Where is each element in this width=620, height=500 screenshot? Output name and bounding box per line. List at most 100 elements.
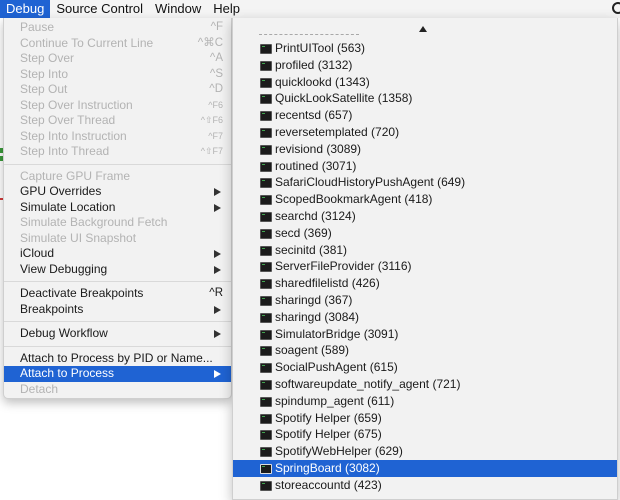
process-label: SocialPushAgent (615) — [275, 360, 398, 375]
process-item[interactable]: spindump_agent (611) — [233, 393, 617, 410]
keyboard-shortcut: ^R — [209, 287, 223, 299]
process-item[interactable]: Spotify Helper (659) — [233, 410, 617, 427]
submenu-arrow-icon — [214, 330, 221, 338]
terminal-icon — [260, 295, 272, 306]
menu-separator — [4, 321, 231, 322]
process-item[interactable]: SpotifyWebHelper (629) — [233, 443, 617, 460]
process-item[interactable]: QuickLookSatellite (1358) — [233, 90, 617, 107]
terminal-icon — [260, 60, 272, 71]
spotlight-search-icon[interactable] — [612, 2, 620, 14]
process-label: sharingd (3084) — [275, 309, 360, 324]
menu-item-label: Detach — [20, 381, 59, 396]
menu-separator — [4, 163, 231, 165]
menu-item-deactivate-breakpoints[interactable]: Deactivate Breakpoints ^R — [4, 286, 231, 302]
partially-hidden-item — [259, 34, 359, 37]
process-item[interactable]: revisiond (3089) — [233, 141, 617, 158]
keyboard-shortcut: ^⇧F7 — [200, 146, 223, 156]
process-label: quicklookd (1343) — [275, 74, 370, 89]
menu-item-label: Continue To Current Line — [20, 35, 154, 50]
menu-item-simulate-background-fetch: Simulate Background Fetch — [4, 215, 231, 231]
submenu-arrow-icon — [214, 370, 221, 378]
process-label: profiled (3132) — [275, 57, 353, 72]
menu-item-simulate-location[interactable]: Simulate Location — [4, 200, 231, 216]
terminal-icon — [260, 346, 272, 357]
submenu-arrow-icon — [214, 188, 221, 196]
process-item[interactable]: Spotify Helper (675) — [233, 426, 617, 443]
process-item[interactable]: SimulatorBridge (3091) — [233, 326, 617, 343]
process-item[interactable]: reversetemplated (720) — [233, 124, 617, 141]
process-item[interactable]: storeaccountd (423) — [233, 477, 617, 494]
process-label: SafariCloudHistoryPushAgent (649) — [275, 175, 466, 190]
menu-item-label: Step Into — [20, 66, 69, 81]
terminal-icon — [260, 144, 272, 155]
process-label: Spotify Helper (675) — [275, 427, 382, 442]
process-item[interactable]: SafariCloudHistoryPushAgent (649) — [233, 174, 617, 191]
process-label: ScopedBookmarkAgent (418) — [275, 192, 433, 207]
process-label: ServerFileProvider (3116) — [275, 259, 412, 274]
menu-item-attach-to-process-by-pid-or-name[interactable]: Attach to Process by PID or Name... — [4, 351, 231, 367]
menu-item-capture-gpu-frame: Capture GPU Frame — [4, 169, 231, 185]
menu-item-debug-workflow[interactable]: Debug Workflow — [4, 326, 231, 342]
terminal-icon — [260, 44, 272, 54]
menu-item-label: Step Over Instruction — [20, 97, 133, 112]
process-label: secd (369) — [275, 225, 332, 240]
terminal-icon — [260, 312, 272, 323]
process-item[interactable]: sharingd (3084) — [233, 309, 617, 326]
menu-item-pause: Pause ^F — [4, 20, 231, 36]
process-item[interactable]: secd (369) — [233, 225, 617, 242]
terminal-icon — [260, 127, 272, 138]
terminal-icon — [260, 379, 272, 390]
process-item[interactable]: softwareupdate_notify_agent (721) — [233, 376, 617, 393]
menu-window[interactable]: Window — [149, 0, 207, 18]
process-item[interactable]: routined (3071) — [233, 158, 617, 175]
terminal-icon — [260, 480, 272, 491]
process-label: reversetemplated (720) — [275, 124, 400, 139]
process-item[interactable]: quicklookd (1343) — [233, 74, 617, 91]
process-item[interactable]: SpringBoard (3082) — [233, 459, 617, 477]
menu-item-breakpoints[interactable]: Breakpoints — [4, 302, 231, 318]
menu-source-control[interactable]: Source Control — [50, 0, 149, 18]
process-label: soagent (589) — [275, 343, 350, 358]
process-item[interactable]: ScopedBookmarkAgent (418) — [233, 191, 617, 208]
menu-help[interactable]: Help — [207, 0, 246, 18]
menu-item-step-out: Step Out ^D — [4, 82, 231, 98]
terminal-icon — [260, 396, 272, 407]
terminal-icon — [260, 430, 272, 441]
terminal-icon — [260, 279, 272, 290]
process-item[interactable]: PrintUITool (563) — [233, 40, 617, 57]
menu-bar: Debug Source Control Window Help — [0, 0, 620, 18]
terminal-icon — [260, 245, 272, 256]
process-item[interactable]: recentsd (657) — [233, 107, 617, 124]
terminal-icon — [260, 447, 272, 458]
submenu-arrow-icon — [214, 265, 221, 274]
menu-debug[interactable]: Debug — [0, 0, 51, 18]
menu-item-label: Deactivate Breakpoints — [20, 286, 144, 300]
process-label: sharedfilelistd (426) — [275, 276, 380, 291]
scroll-up-arrow-icon[interactable] — [419, 26, 427, 32]
menu-item-label: Simulate UI Snapshot — [20, 230, 137, 245]
process-item[interactable]: sharingd (367) — [233, 292, 617, 309]
menu-item-label: Simulate Location — [20, 199, 116, 214]
process-item[interactable]: searchd (3124) — [233, 208, 617, 225]
menu-item-label: Attach to Process by PID or Name... — [20, 350, 213, 365]
process-label: storeaccountd (423) — [275, 477, 382, 492]
terminal-icon — [260, 211, 272, 222]
process-item[interactable]: profiled (3132) — [233, 57, 617, 74]
terminal-icon — [260, 363, 272, 374]
process-label: QuickLookSatellite (1358) — [275, 91, 413, 106]
process-list: PrintUITool (563) profiled (3132) quickloo… — [233, 40, 617, 494]
process-item[interactable]: sharedfilelistd (426) — [233, 275, 617, 292]
process-item[interactable]: secinitd (381) — [233, 242, 617, 259]
menu-separator — [4, 281, 231, 282]
process-label: sharingd (367) — [275, 292, 353, 307]
menu-item-icloud[interactable]: iCloud — [4, 246, 231, 262]
menu-item-label: Attach to Process — [20, 366, 115, 380]
submenu-arrow-icon — [214, 250, 221, 258]
process-item[interactable]: soagent (589) — [233, 342, 617, 359]
menu-item-view-debugging[interactable]: View Debugging — [4, 262, 231, 278]
menu-item-attach-to-process[interactable]: Attach to Process — [4, 366, 231, 382]
menu-item-gpu-overrides[interactable]: GPU Overrides — [4, 184, 231, 200]
process-item[interactable]: ServerFileProvider (3116) — [233, 258, 617, 275]
process-label: Spotify Helper (659) — [275, 410, 382, 425]
process-item[interactable]: SocialPushAgent (615) — [233, 359, 617, 376]
